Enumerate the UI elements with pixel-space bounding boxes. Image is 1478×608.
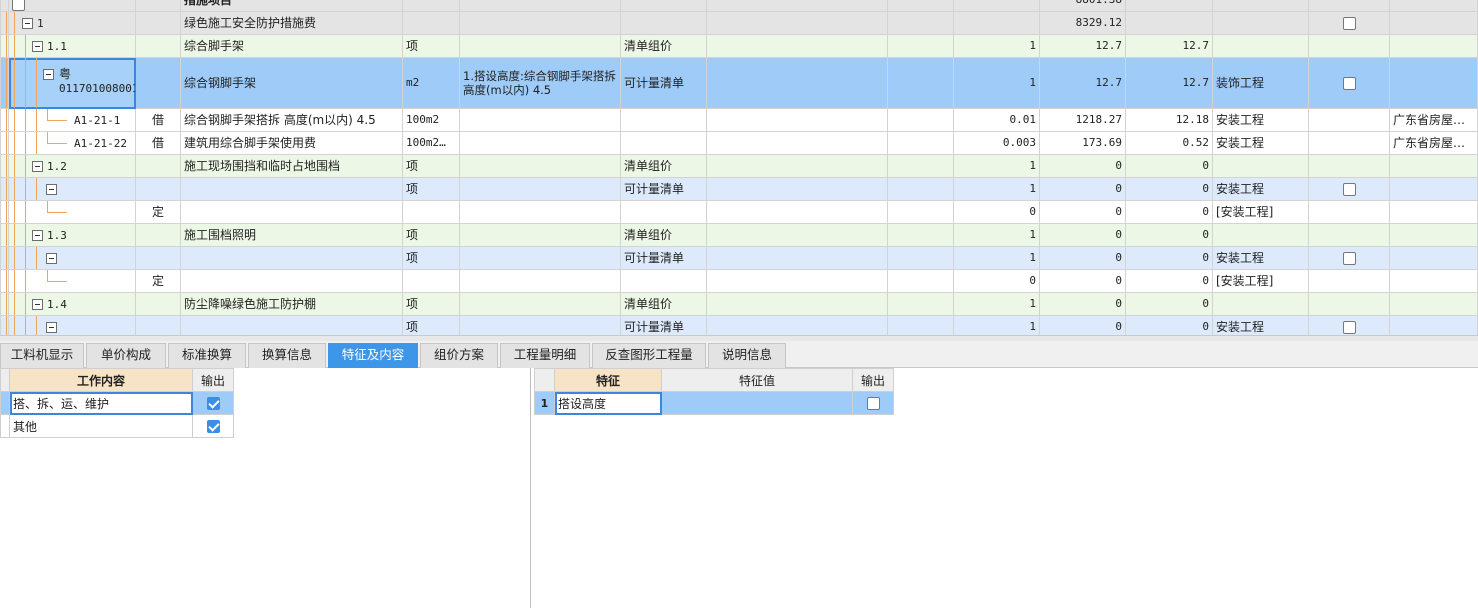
row-name: 绿色施工安全防护措施费	[180, 11, 403, 35]
collapse-icon[interactable]	[46, 184, 57, 195]
work-content-table: 工作内容 输出 搭、拆、运、维护 其他	[0, 368, 234, 438]
table-row[interactable]: 其他	[0, 414, 234, 438]
table-row[interactable]: 1.4 防尘降噪绿色施工防护棚 项 清单组价 1 0 0	[0, 292, 1478, 316]
table-row-root[interactable]: 措施项目 8801.38	[0, 0, 1478, 12]
collapse-icon[interactable]	[32, 229, 43, 241]
table-row[interactable]: 1.3 施工围档照明 项 清单组价 1 0 0	[0, 223, 1478, 247]
measures-table: 措施项目 8801.38 1 绿色施工安全防护措施费 8329.12 1.	[0, 0, 1478, 335]
table-row[interactable]: A1-21-22 借 建筑用综合脚手架使用费 100m2… 0.003 173.…	[0, 131, 1478, 155]
collapse-icon[interactable]	[32, 40, 43, 52]
table-row[interactable]: A1-21-1 借 综合钢脚手架搭拆 高度(m以内) 4.5 100m2 0.0…	[0, 108, 1478, 132]
tab-quantity-detail[interactable]: 工程量明细	[500, 343, 590, 368]
row-checkbox[interactable]	[1342, 183, 1356, 196]
measures-grid[interactable]: 措施项目 8801.38 1 绿色施工安全防护措施费 8329.12 1.	[0, 0, 1478, 335]
collapse-icon[interactable]	[32, 160, 43, 172]
table-row[interactable]: 项 可计量清单 1 0 0 安装工程	[0, 315, 1478, 335]
feature-value-cell[interactable]	[661, 391, 853, 415]
output-header: 输出	[192, 368, 234, 392]
work-content-header: 工作内容	[9, 368, 193, 392]
output-checkbox[interactable]	[206, 420, 220, 433]
table-row-selected[interactable]: 粤 011701008001 综合钢脚手架 m2 1.搭设高度:综合钢脚手架搭拆 …	[0, 57, 1478, 109]
work-content-pane: 工作内容 输出 搭、拆、运、维护 其他	[0, 368, 531, 608]
feature-output-checkbox[interactable]	[866, 397, 880, 410]
output-checkbox[interactable]	[206, 397, 220, 410]
tab-features-content[interactable]: 特征及内容	[328, 343, 418, 368]
table-row[interactable]: 1.1 综合脚手架 项 清单组价 1 12.7 12.7	[0, 34, 1478, 58]
table-row[interactable]: 定 0 0 0 [安装工程]	[0, 200, 1478, 224]
root-total: 8801.38	[1039, 0, 1126, 12]
work-content-cell[interactable]: 其他	[9, 414, 193, 438]
tab-standard-conversion[interactable]: 标准换算	[168, 343, 246, 368]
table-row[interactable]: 1 绿色施工安全防护措施费 8329.12	[0, 11, 1478, 35]
collapse-icon[interactable]	[46, 322, 57, 333]
root-name: 措施项目	[180, 0, 403, 12]
features-pane: 特征 特征值 输出 1 搭设高度	[532, 368, 1478, 608]
collapse-icon[interactable]	[43, 69, 54, 80]
row-feature: 1.搭设高度:综合钢脚手架搭拆 高度(m以内) 4.5	[459, 57, 621, 109]
tab-description[interactable]: 说明信息	[708, 343, 786, 368]
collapse-icon[interactable]	[22, 17, 33, 29]
collapse-icon[interactable]	[32, 298, 43, 310]
table-row[interactable]: 定 0 0 0 [安装工程]	[0, 269, 1478, 293]
feature-output-header: 输出	[852, 368, 894, 392]
table-row[interactable]: 1.2 施工现场围挡和临时占地围档 项 清单组价 1 0 0	[0, 154, 1478, 178]
detail-tabbar: 工料机显示 单价构成 标准换算 换算信息 特征及内容 组价方案 工程量明细 反查…	[0, 341, 1478, 368]
tab-labor-material[interactable]: 工料机显示	[0, 343, 84, 368]
table-row[interactable]: 1 搭设高度	[534, 391, 894, 415]
tab-conversion-info[interactable]: 换算信息	[248, 343, 326, 368]
feature-value-header: 特征值	[661, 368, 853, 392]
row-checkbox[interactable]	[1342, 77, 1356, 90]
code-cell-selected[interactable]: 粤 011701008001	[8, 57, 136, 109]
row-checkbox[interactable]	[1342, 252, 1356, 265]
row-checkbox[interactable]	[1342, 17, 1356, 30]
tab-unit-price[interactable]: 单价构成	[86, 343, 166, 368]
collapse-icon[interactable]	[46, 253, 57, 264]
table-row[interactable]: 项 可计量清单 1 0 0 安装工程	[0, 246, 1478, 270]
table-row[interactable]: 项 可计量清单 1 0 0 安装工程	[0, 177, 1478, 201]
tab-reverse-graphic-quantity[interactable]: 反查图形工程量	[592, 343, 706, 368]
root-checkbox[interactable]	[12, 0, 25, 11]
row-checkbox[interactable]	[1342, 321, 1356, 334]
work-content-cell[interactable]: 搭、拆、运、维护	[9, 391, 193, 415]
feature-cell[interactable]: 搭设高度	[554, 391, 662, 415]
features-table: 特征 特征值 输出 1 搭设高度	[534, 368, 894, 415]
feature-header: 特征	[554, 368, 662, 392]
tab-pricing-scheme[interactable]: 组价方案	[420, 343, 498, 368]
table-row[interactable]: 搭、拆、运、维护	[0, 391, 234, 415]
